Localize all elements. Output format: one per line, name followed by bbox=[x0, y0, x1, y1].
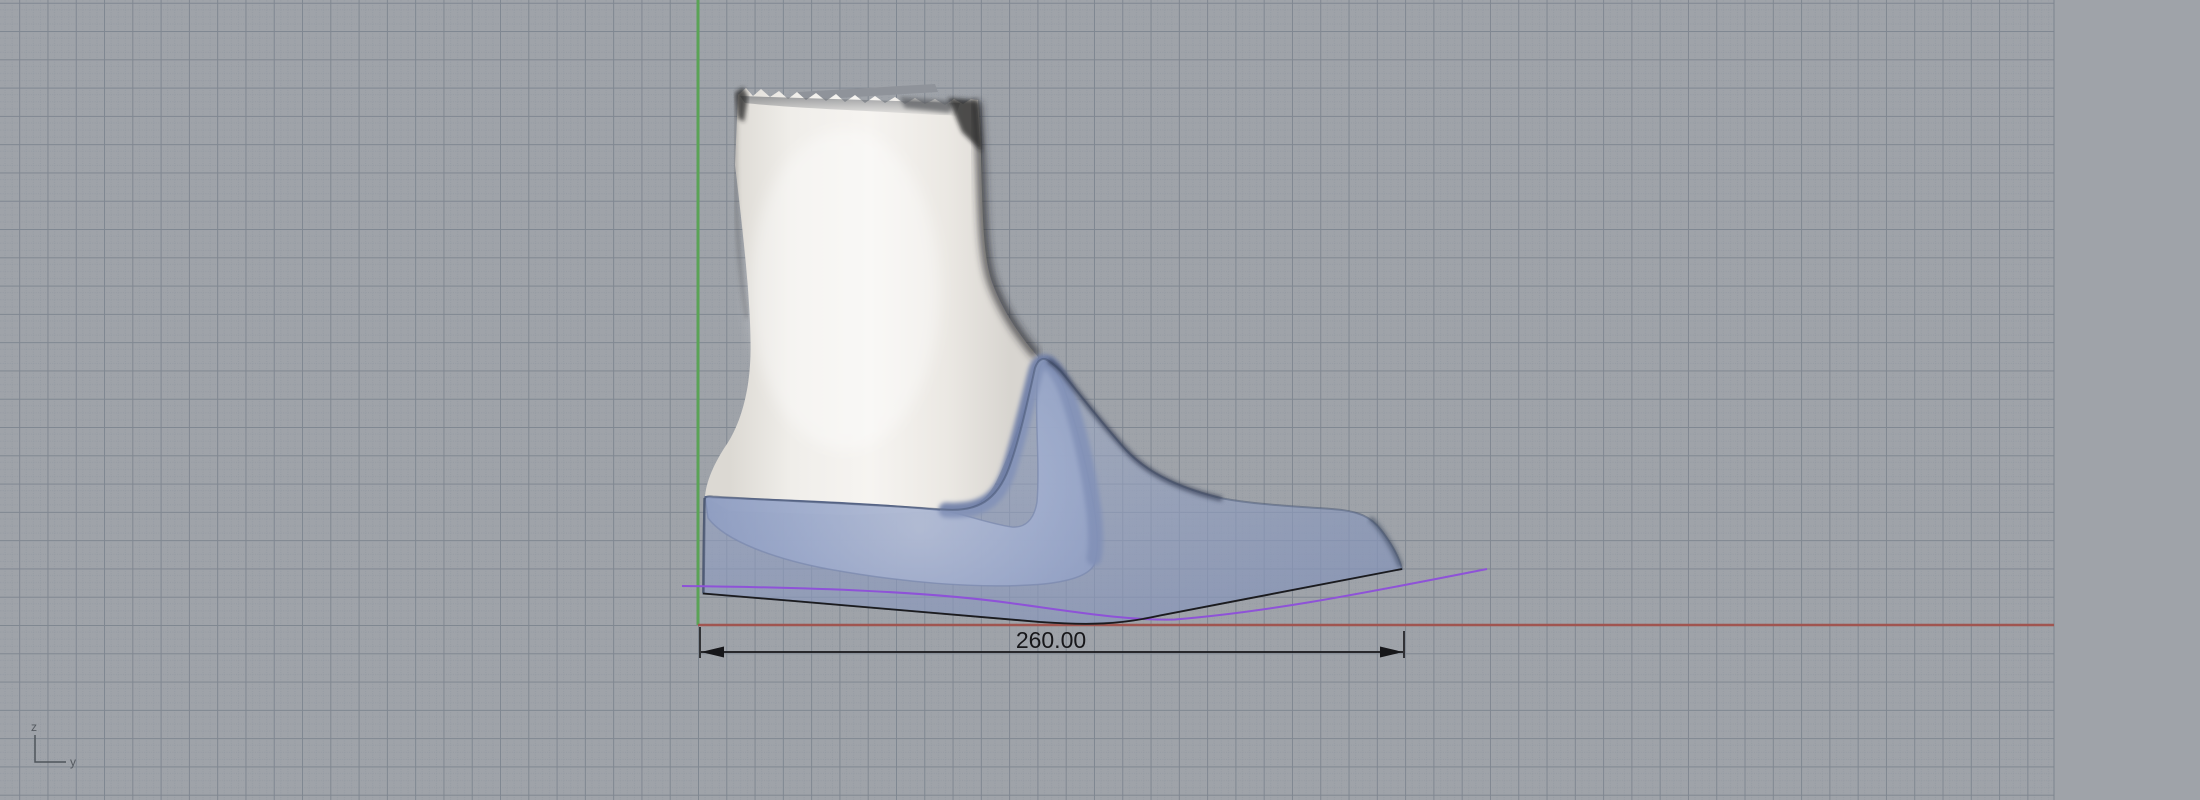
shell-heel-edge bbox=[702, 497, 706, 594]
cad-viewport[interactable]: 260.00 z y bbox=[0, 0, 2200, 800]
dimension-value-label: 260.00 bbox=[1016, 627, 1086, 653]
axis-gizmo-y-label: y bbox=[70, 755, 76, 769]
viewport-canvas[interactable]: 260.00 z y bbox=[0, 0, 2200, 800]
last-highlight bbox=[750, 130, 940, 450]
axis-gizmo-z-label: z bbox=[31, 720, 37, 734]
